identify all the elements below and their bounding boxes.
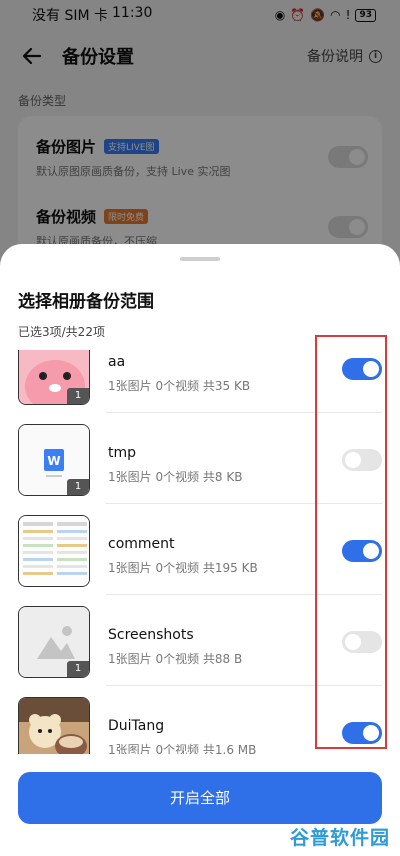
album-thumbnail — [18, 697, 90, 754]
svg-text:W: W — [47, 454, 60, 468]
enable-all-button[interactable]: 开启全部 — [18, 772, 382, 824]
album-info: 1张图片 0个视频 共1.6 MB — [108, 743, 257, 754]
album-thumbnail: 1 — [18, 350, 90, 405]
photo-count-badge: 1 — [67, 388, 89, 404]
album-name: comment — [108, 536, 175, 552]
album-thumbnail — [18, 515, 90, 587]
toggle-highlight-annotation — [315, 335, 387, 749]
album-name: tmp — [108, 445, 137, 461]
album-thumbnail: W 1 — [18, 424, 90, 496]
album-info: 1张图片 0个视频 共8 KB — [108, 470, 243, 484]
sheet-title: 选择相册备份范围 — [18, 292, 154, 312]
selection-count: 已选3项/共22项 — [18, 325, 105, 339]
album-info: 1张图片 0个视频 共195 KB — [108, 561, 258, 575]
album-name: Screenshots — [108, 627, 194, 643]
photo-count-badge: 1 — [67, 479, 89, 495]
watermark: 谷普软件园 — [289, 827, 390, 849]
album-name: aa — [108, 354, 126, 370]
photo-count-badge: 1 — [67, 661, 89, 677]
sheet-drag-handle[interactable] — [180, 257, 220, 261]
album-info: 1张图片 0个视频 共88 B — [108, 652, 243, 666]
album-thumbnail: 1 — [18, 606, 90, 678]
album-info: 1张图片 0个视频 共35 KB — [108, 379, 251, 393]
album-name: DuiTang — [108, 718, 165, 734]
